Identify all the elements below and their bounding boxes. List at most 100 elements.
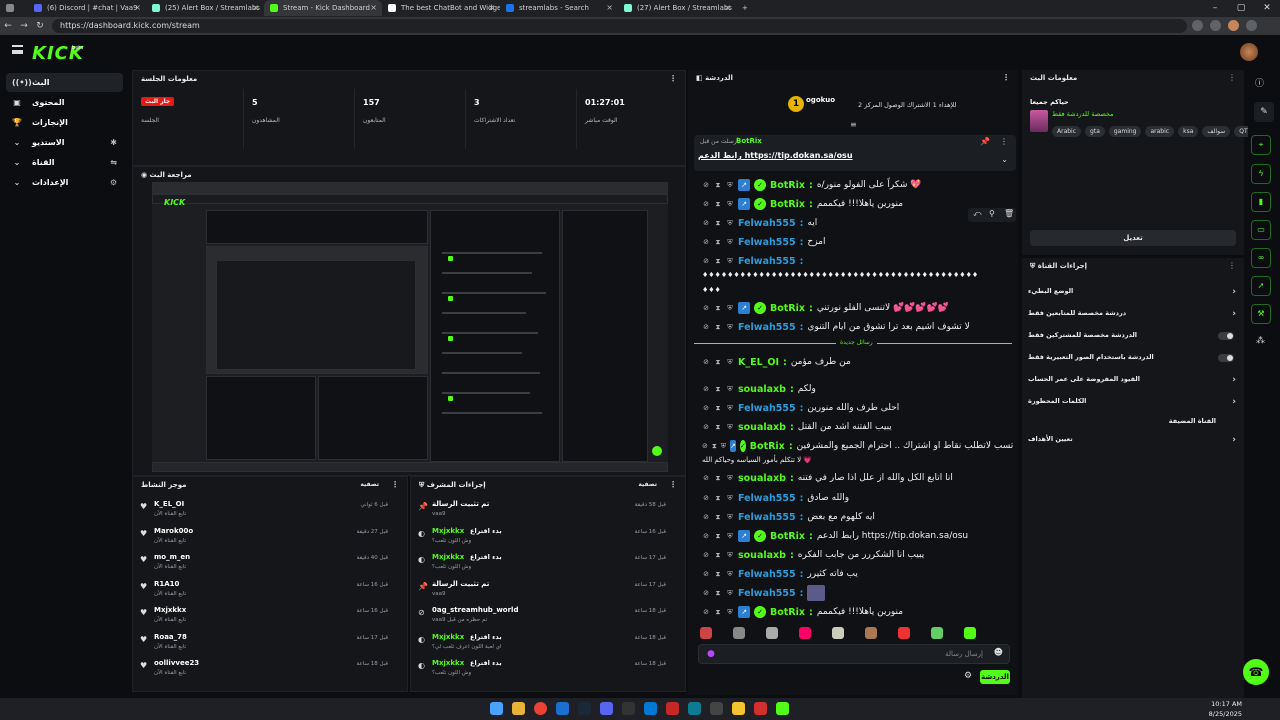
timeout-icon[interactable]: ⧗ <box>714 238 722 247</box>
ban-icon[interactable]: ⊘ <box>702 323 710 331</box>
emote-icon[interactable] <box>964 627 976 639</box>
url-input[interactable]: https://dashboard.kick.com/stream <box>52 19 1187 33</box>
ban-icon[interactable]: ⊘ <box>702 219 710 227</box>
chat-message[interactable]: ⊘ ⧗ ⛨ Felwah555: ايه كلهوم مع بعض <box>702 508 1014 526</box>
lightning-icon[interactable]: ϟ <box>1251 164 1271 184</box>
activity-item[interactable]: ♥ mo_m_en تابع القناة الآن قبل 40 دقيقة <box>136 553 396 579</box>
discord-icon[interactable] <box>600 702 613 715</box>
back-icon[interactable]: ← <box>0 21 16 31</box>
ban-icon[interactable]: ⊘ <box>702 474 710 482</box>
chat-message[interactable]: ⊘ ⧗ ⛨ Felwah555: امزح <box>702 233 1014 251</box>
close-icon[interactable]: × <box>252 3 259 12</box>
mod-action-item[interactable]: 📌 تم تثبيت الرسالة vaa9 قبل 58 دقيقة <box>414 500 674 526</box>
stream-preview[interactable]: KICK <box>152 182 668 472</box>
chat-username[interactable]: Felwah555 <box>738 588 796 599</box>
tool-icon[interactable]: ⚒ <box>1251 304 1271 324</box>
sidebar-item-achievements[interactable]: 🏆 الإنجازات <box>6 113 123 132</box>
chat-message[interactable]: ⊘ ⧗ ⛨ soualaxb: ولكم <box>702 380 1014 398</box>
more-icon[interactable]: ⋮ <box>391 480 399 489</box>
tab-actions[interactable] <box>0 0 28 16</box>
filter-button[interactable]: تصفية <box>360 481 379 488</box>
timeout-icon[interactable]: ⧗ <box>714 219 722 228</box>
star-icon[interactable] <box>1192 20 1203 31</box>
edit-icon[interactable]: ✎ <box>1254 102 1274 122</box>
browser-tab[interactable]: (25) Alert Box / Streamlabs × <box>146 0 264 16</box>
timeout-icon[interactable]: ⧗ <box>714 532 722 541</box>
activity-item[interactable]: ♥ R1A10 تابع القناة الآن قبل 16 ساعة <box>136 580 396 606</box>
info-icon[interactable]: ⓘ <box>1255 76 1264 89</box>
timeout-icon[interactable]: ⧗ <box>714 570 722 579</box>
app-icon[interactable] <box>710 702 723 715</box>
close-icon[interactable]: × <box>606 3 613 12</box>
timeout-icon[interactable]: ⧗ <box>714 257 722 266</box>
mod-action-item[interactable]: ⊘ 0ag_streamhub_world vaa9 تم حظره من قبل ق… <box>414 606 674 632</box>
windows-start-icon[interactable] <box>490 702 503 715</box>
timeout-icon[interactable]: ⧗ <box>714 513 722 522</box>
ban-icon[interactable]: ⊘ <box>702 257 710 265</box>
pin-icon[interactable]: 📌 <box>980 137 990 146</box>
edge-icon[interactable] <box>688 702 701 715</box>
more-icon[interactable]: ⋮ <box>1002 73 1010 82</box>
browser-tab[interactable]: (6) Discord | #chat | Vaa9 × <box>28 0 146 16</box>
timeout-icon[interactable]: ⧗ <box>712 442 717 451</box>
chat-message[interactable]: ⊘ ⧗ ⛨ ↗ ✓ BotRix: لاتنسى الفلو نورتني 💕💕💕💕💕 <box>702 299 1014 317</box>
filter-button[interactable]: تصفية <box>638 481 657 488</box>
reload-icon[interactable]: ↻ <box>32 21 48 31</box>
sidebar-item-settings[interactable]: ⌄ الإعدادات ⚙ <box>6 173 123 192</box>
pinned-message[interactable]: أرسلت من قبل BotRix رابط الدعم https://t… <box>694 135 1016 171</box>
sidebar-item-stream[interactable]: ((•)) البث <box>6 73 123 92</box>
channel-setting-row[interactable]: الدردشة باستخدام الصور التعبيرية فقط <box>1028 353 1240 369</box>
reply-icon[interactable]: ⤺ <box>973 209 982 219</box>
message-icon[interactable]: ▭ <box>1251 220 1271 240</box>
toggle-switch[interactable] <box>1218 354 1234 362</box>
channel-setting-row[interactable]: الوضع البطيء › <box>1028 287 1240 303</box>
mod-action-item[interactable]: ◐ Mxjxkkx بدء اقتراع وش اللون تلعب؟ قبل 17 س… <box>414 553 674 579</box>
chat-message[interactable]: ⊘⧗⛨Felwah555:🖼 <box>702 584 1014 602</box>
more-icon[interactable]: ⋮ <box>669 74 677 83</box>
avatar[interactable] <box>1240 43 1258 61</box>
browser-tab[interactable]: streamlabs - Search × <box>500 0 618 16</box>
chat-username[interactable]: BotRix <box>770 199 805 210</box>
minimize-icon[interactable]: – <box>1202 0 1228 16</box>
emote-icon[interactable] <box>865 627 877 639</box>
mod-action-item[interactable]: ◐ Mxjxkkx بدء اقتراع وش اللون تلعب؟ قبل 16 س… <box>414 527 674 553</box>
more-icon[interactable] <box>1246 20 1257 31</box>
browser-tab[interactable]: The best ChatBot and Widgets fo× <box>382 0 500 16</box>
pinned-text[interactable]: رابط الدعم https://tip.dokan.sa/osu <box>698 151 853 160</box>
close-icon[interactable]: × <box>370 3 377 12</box>
ban-icon[interactable]: ⊘ <box>702 181 710 189</box>
clip-icon[interactable]: ▮ <box>1251 192 1271 212</box>
chat-username[interactable]: Felwah555 <box>738 256 796 267</box>
timeout-icon[interactable]: ⧗ <box>714 494 722 503</box>
channel-setting-row[interactable]: الكلمات المحظورة › <box>1028 397 1240 413</box>
timeout-icon[interactable]: ⧗ <box>714 200 722 209</box>
emote-icon[interactable] <box>898 627 910 639</box>
timeout-icon[interactable]: ⧗ <box>714 474 722 483</box>
ban-icon[interactable]: ⊘ <box>702 513 710 521</box>
file-explorer-icon[interactable] <box>512 702 525 715</box>
chat-message[interactable]: ⊘ ⧗ ⛨ soualaxb: يبيب انا الشكررر من جابب الف… <box>702 546 1014 564</box>
top-gifter-name[interactable]: ogokuo <box>806 96 835 104</box>
chat-username[interactable]: soualaxb <box>738 384 786 395</box>
chat-username[interactable]: BotRix <box>770 180 805 191</box>
app-icon[interactable] <box>622 702 635 715</box>
chat-message[interactable]: ⊘ ⧗ ⛨ Felwah555: لا تشوف اشيم بعد ترا تشوق م… <box>702 318 1014 336</box>
chat-username[interactable]: Felwah555 <box>738 237 796 248</box>
timeout-icon[interactable]: ⧗ <box>714 608 722 617</box>
gear-icon[interactable]: ⚙ <box>964 671 972 681</box>
app-icon[interactable] <box>556 702 569 715</box>
extensions-icon[interactable] <box>1210 20 1221 31</box>
ban-icon[interactable]: ⊘ <box>702 589 710 597</box>
chat-message[interactable]: ⊘ ⧗ ⛨ Felwah555: والله صادق <box>702 489 1014 507</box>
mod-action-item[interactable]: ◐ Mxjxkkx بدء اقتراع وش اللون تلعب؟ قبل 18 س… <box>414 659 674 685</box>
emote-icon[interactable] <box>700 627 712 639</box>
app-icon[interactable] <box>666 702 679 715</box>
steam-icon[interactable] <box>578 702 591 715</box>
ban-icon[interactable]: ⊘ <box>702 238 710 246</box>
chat-input[interactable]: ● إرسال رسالة ☻ <box>698 644 1010 664</box>
timeout-icon[interactable]: ⧗ <box>714 304 722 313</box>
app-icon[interactable] <box>754 702 767 715</box>
menu-icon[interactable] <box>12 45 23 54</box>
app-icon[interactable] <box>644 702 657 715</box>
pinned-user[interactable]: BotRix <box>736 137 762 145</box>
